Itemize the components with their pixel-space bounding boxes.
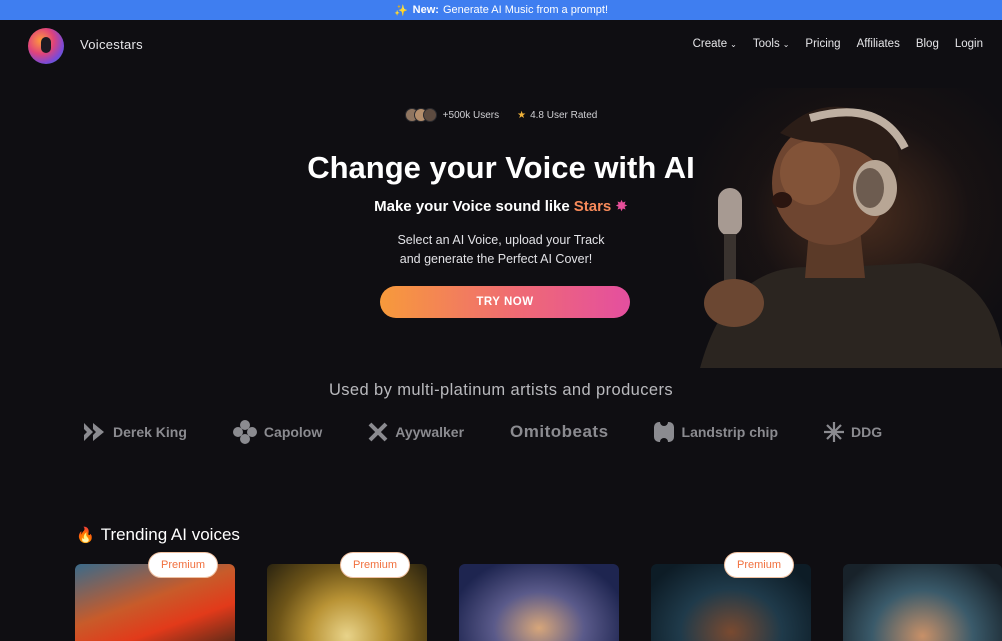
asterisk-icon: [824, 422, 844, 442]
hero-singer-image: [700, 106, 1002, 368]
partner-landstrip-chip: Landstrip chip: [653, 421, 778, 443]
avatar: [422, 108, 437, 122]
partner-capolow: Capolow: [232, 420, 323, 444]
partner-name: Ayywalker: [395, 424, 465, 440]
chevrons-icon: [84, 423, 104, 441]
social-proof: +500k Users ★ 4.8 User Rated: [0, 108, 1002, 122]
announcement-banner[interactable]: ✨ New: Generate AI Music from a prompt!: [0, 0, 1002, 20]
partner-name: Capolow: [263, 424, 323, 440]
partner-name: Derek King: [113, 424, 187, 440]
partner-name: Omitobeats: [510, 422, 609, 441]
navbar: Voicestars Create ⌄ Tools ⌄ Pricing Affili…: [0, 20, 1002, 72]
partner-name: DDG: [851, 424, 883, 440]
voice-card[interactable]: [843, 564, 1002, 641]
chevron-down-icon: ⌄: [730, 40, 737, 49]
user-rating: 4.8 User Rated: [530, 109, 598, 121]
partner-name: Landstrip chip: [681, 424, 778, 440]
hero-subtitle: Make your Voice sound like Stars ✸: [0, 197, 1002, 215]
hero-subtitle-text: Make your Voice sound like: [374, 198, 570, 215]
voice-card[interactable]: [459, 564, 619, 641]
nav-item-affiliates[interactable]: Affiliates: [857, 38, 900, 50]
partner-ayywalker: Ayywalker: [368, 422, 464, 442]
partner-omitobeats: Omitobeats: [510, 422, 609, 442]
chevron-down-icon: ⌄: [782, 40, 790, 49]
partner-derek-king: Derek King: [82, 421, 187, 443]
nav-item-blog[interactable]: Blog: [916, 38, 939, 50]
nav-item-tools[interactable]: Tools ⌄: [753, 38, 790, 50]
nav-item-label: Tools: [752, 38, 780, 50]
banner-prefix: New:: [412, 4, 439, 16]
banner-text: Generate AI Music from a prompt!: [442, 4, 609, 16]
nav-item-pricing[interactable]: Pricing: [805, 38, 840, 50]
user-avatars: [404, 108, 437, 122]
logo-icon[interactable]: [28, 28, 64, 64]
clover-icon: [232, 420, 257, 444]
nav-item-login[interactable]: Login: [955, 38, 983, 50]
hero-desc-line2: and generate the Perfect AI Cover!: [399, 252, 593, 266]
sparkle-icon: ✸: [615, 198, 628, 215]
trending-title: Trending AI voices: [100, 525, 240, 544]
trending-heading: 🔥 Trending AI voices: [76, 525, 240, 545]
sparkle-icon: ✨: [393, 4, 408, 17]
users-count: +500k Users: [442, 109, 500, 121]
hero-subtitle-accent: Stars: [573, 198, 612, 215]
hero-title: Change your Voice with AI: [307, 150, 695, 185]
premium-badge: Premium: [148, 552, 219, 578]
puzzle-icon: [653, 421, 674, 443]
nav-menu: Create ⌄ Tools ⌄ Pricing Affiliates Blog L…: [693, 38, 983, 50]
premium-badge: Premium: [340, 552, 411, 578]
brand-name[interactable]: Voicestars: [80, 37, 143, 52]
partner-logos: Derek King Capolow Ayywalker Omitobeats …: [82, 420, 928, 444]
fire-icon: 🔥: [76, 527, 95, 544]
used-by-heading: Used by multi-platinum artists and produ…: [328, 381, 674, 399]
try-now-button[interactable]: TRY NOW: [380, 286, 630, 318]
hero-desc-line1: Select an AI Voice, upload your Track: [397, 233, 605, 247]
premium-badge: Premium: [724, 552, 795, 578]
star-icon: ★: [517, 109, 527, 121]
partner-ddg: DDG: [824, 422, 882, 442]
hero-description: Select an AI Voice, upload your Track an…: [0, 231, 1002, 269]
x-mark-icon: [368, 422, 388, 442]
nav-item-create[interactable]: Create ⌄: [693, 38, 737, 50]
nav-item-label: Create: [692, 38, 728, 50]
